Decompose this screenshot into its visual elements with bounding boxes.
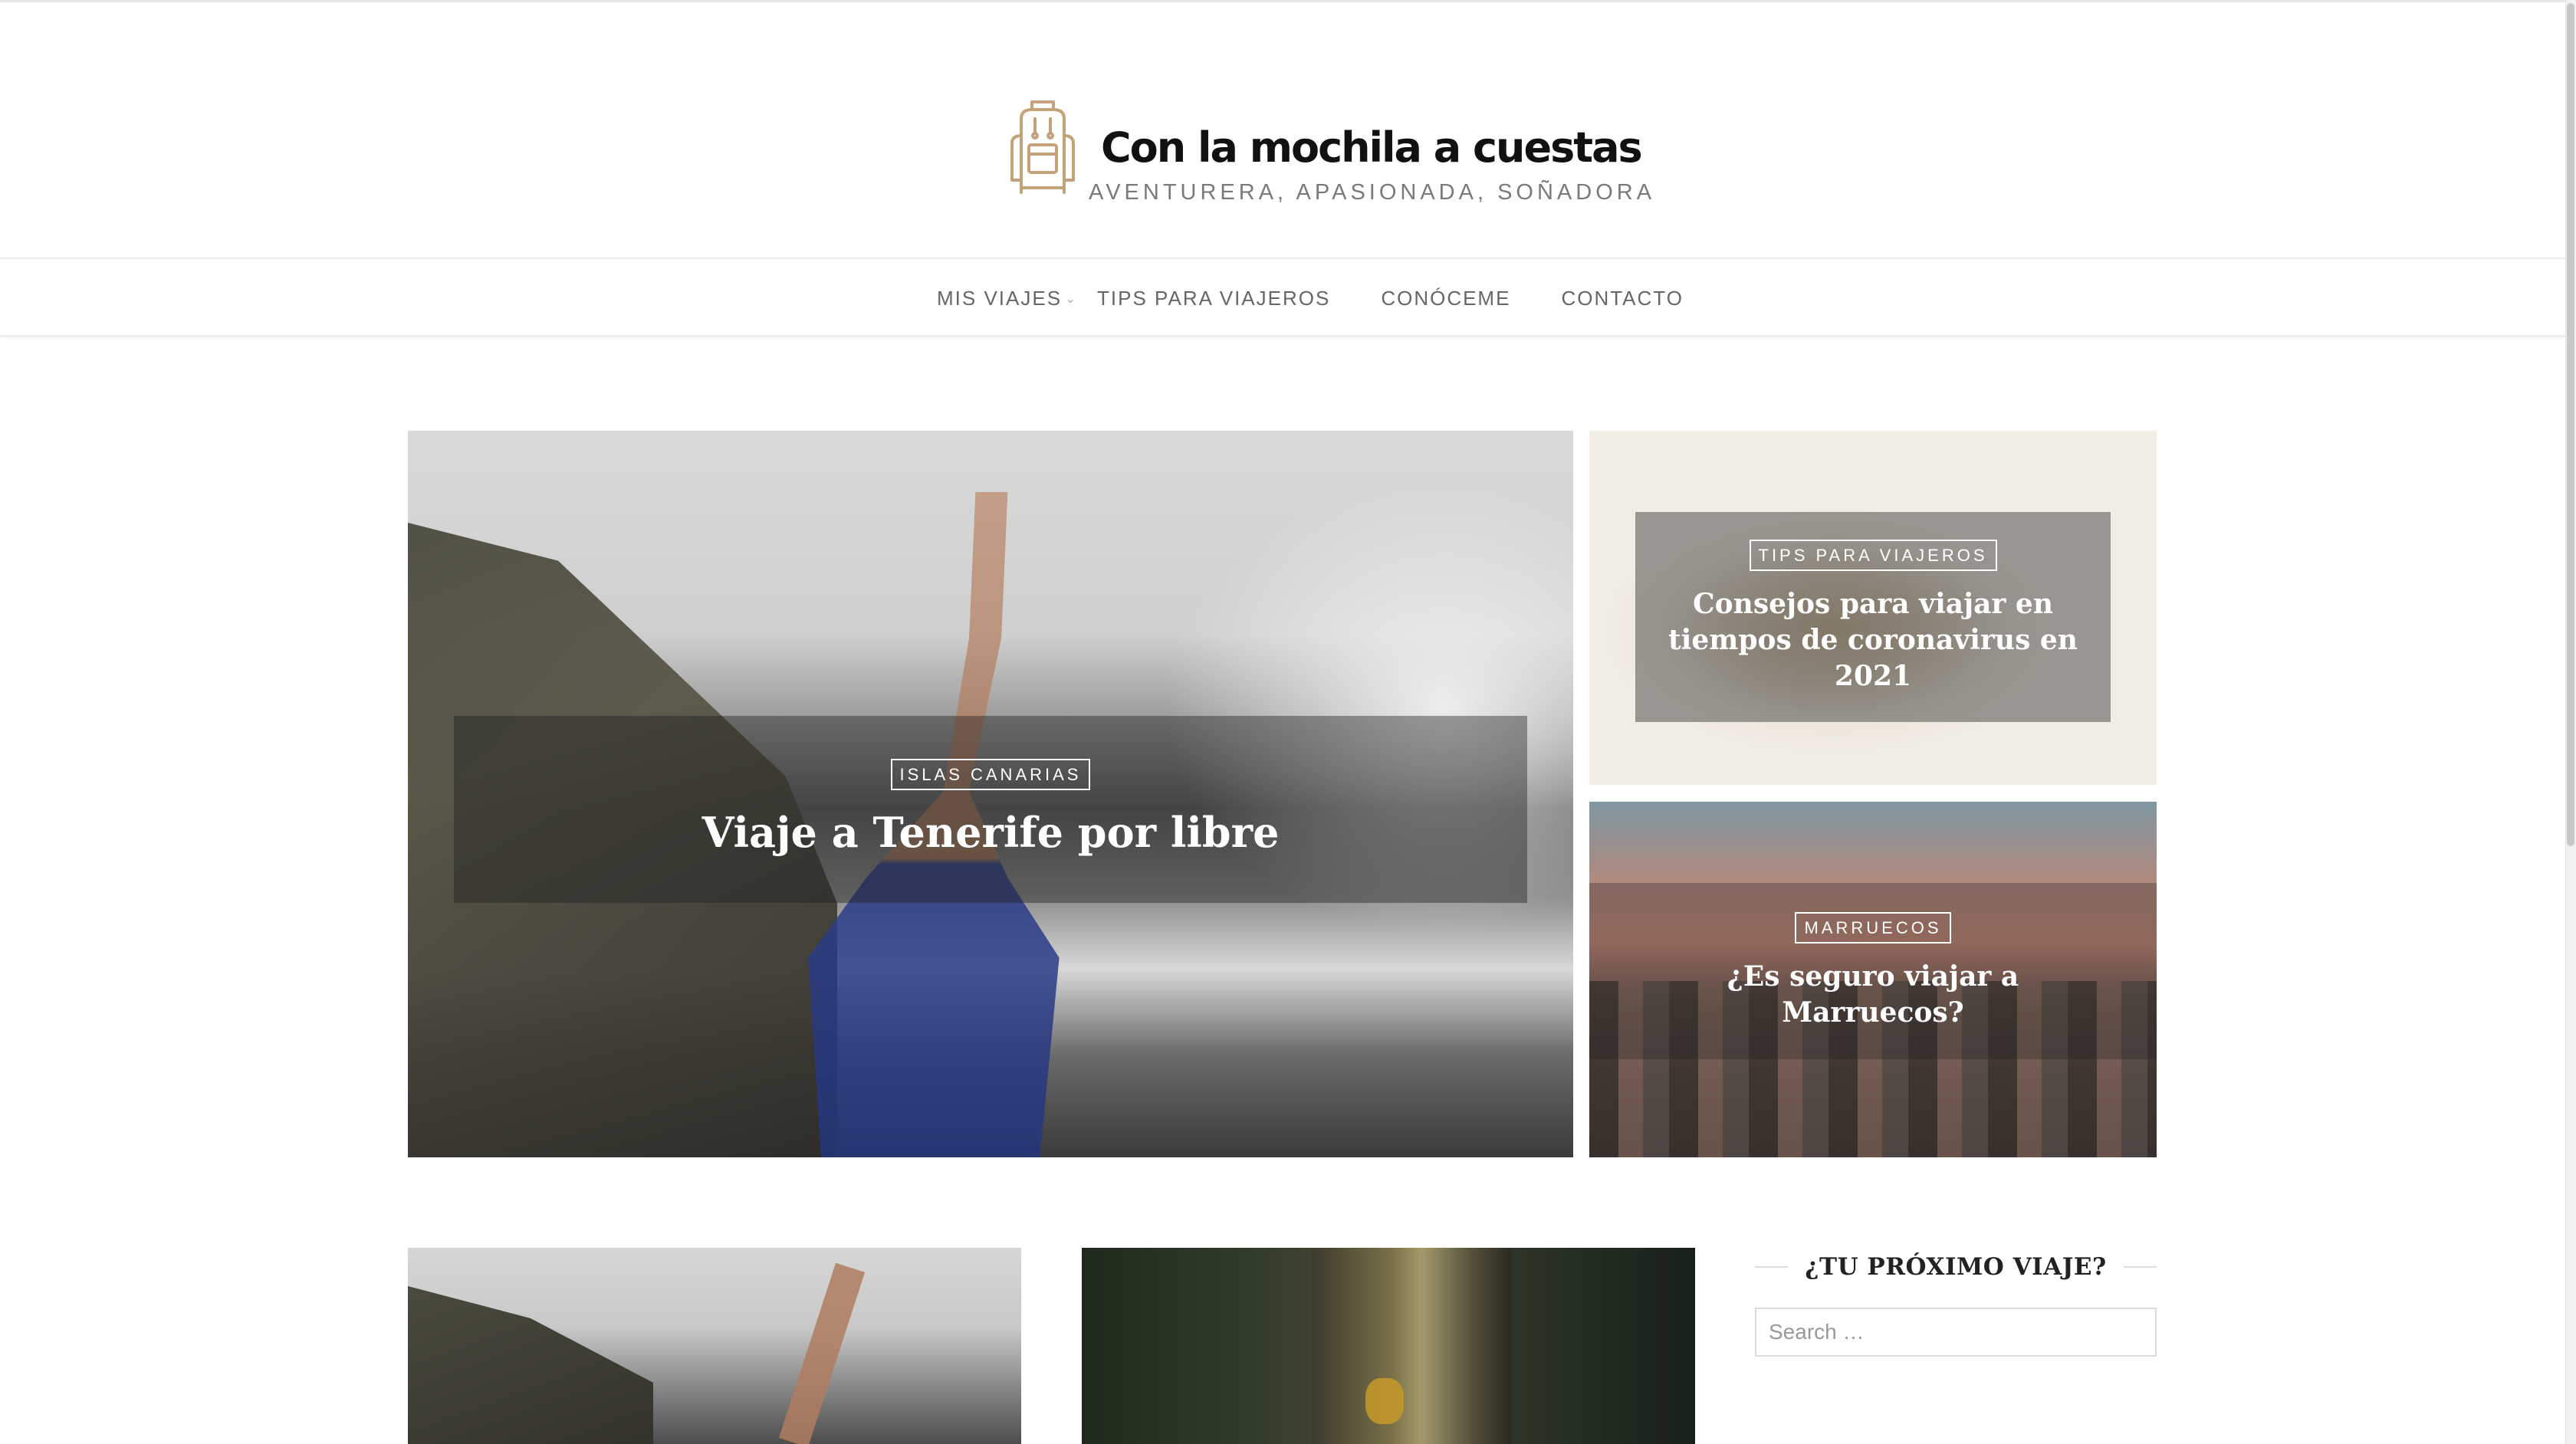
nav-item-mis-viajes[interactable]: MIS VIAJES ⌄ (937, 287, 1076, 310)
nav-item-label: TIPS PARA VIAJEROS (1097, 287, 1331, 310)
thumbnail-image (408, 1286, 653, 1444)
post-title[interactable]: ¿Es seguro viajar a Marruecos? (1658, 959, 2088, 1031)
featured-post-overlay: MARRUECOS ¿Es seguro viajar a Marruecos? (1589, 883, 2157, 1059)
nav-item-contacto[interactable]: CONTACTO (1561, 287, 1683, 310)
site-header: Con la mochila a cuestas AVENTURERA, APA… (0, 0, 2565, 259)
featured-post-tenerife[interactable]: ISLAS CANARIAS Viaje a Tenerife por libr… (408, 431, 1573, 1157)
thumbnail-image (1312, 1248, 1511, 1444)
site-title[interactable]: Con la mochila a cuestas (1101, 123, 1655, 172)
scrollbar[interactable] (2565, 0, 2576, 1444)
backpack-icon[interactable] (1004, 96, 1081, 195)
widget-header: ¿TU PRÓXIMO VIAJE? (1755, 1248, 2157, 1286)
divider (2123, 1266, 2157, 1268)
featured-post-overlay: ISLAS CANARIAS Viaje a Tenerife por libr… (454, 716, 1527, 903)
search-input[interactable] (1755, 1308, 2157, 1357)
scrollbar-thumb[interactable] (2567, 3, 2574, 846)
site-branding[interactable]: Con la mochila a cuestas AVENTURERA, APA… (1004, 96, 1655, 205)
post-title[interactable]: Consejos para viajar en tiempos de coron… (1658, 586, 2088, 694)
post-title[interactable]: Viaje a Tenerife por libre (702, 806, 1280, 859)
nav-item-label: CONÓCEME (1381, 287, 1511, 310)
nav-item-label: CONTACTO (1561, 287, 1684, 310)
nav-item-label: MIS VIAJES (937, 287, 1063, 310)
nav-item-conoceme[interactable]: CONÓCEME (1381, 287, 1510, 310)
category-tag[interactable]: ISLAS CANARIAS (890, 759, 1091, 791)
category-tag[interactable]: MARRUECOS (1795, 911, 1951, 944)
nav-item-tips-para-viajeros[interactable]: TIPS PARA VIAJEROS (1097, 287, 1330, 310)
site-tagline: AVENTURERA, APASIONADA, SOÑADORA (1089, 180, 1656, 205)
chevron-down-icon: ⌄ (1065, 293, 1078, 306)
category-tag[interactable]: TIPS PARA VIAJEROS (1749, 540, 1997, 572)
thumbnail-image-detail (1365, 1378, 1404, 1424)
sidebar-search-widget: ¿TU PRÓXIMO VIAJE? (1755, 1248, 2157, 1357)
widget-title: ¿TU PRÓXIMO VIAJE? (1805, 1253, 2107, 1281)
post-thumbnail[interactable] (1082, 1248, 1695, 1444)
main-navigation: MIS VIAJES ⌄ TIPS PARA VIAJEROS CONÓCEME… (0, 261, 2565, 337)
divider (1755, 1266, 1789, 1268)
thumbnail-image-subject (778, 1262, 866, 1444)
featured-post-overlay: TIPS PARA VIAJEROS Consejos para viajar … (1635, 512, 2111, 722)
featured-post-coronavirus[interactable]: TIPS PARA VIAJEROS Consejos para viajar … (1589, 431, 2157, 785)
featured-post-marruecos[interactable]: MARRUECOS ¿Es seguro viajar a Marruecos? (1589, 802, 2157, 1157)
post-thumbnail[interactable] (408, 1248, 1021, 1444)
